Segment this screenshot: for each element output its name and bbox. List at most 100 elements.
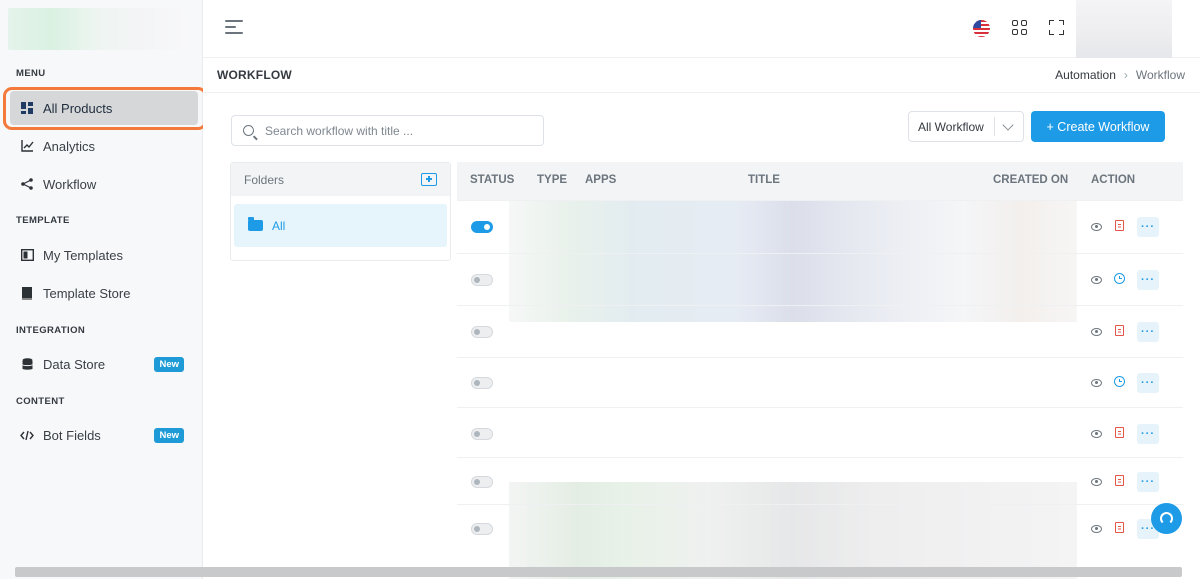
sidebar-item-label: Workflow bbox=[43, 176, 97, 192]
us-flag-icon[interactable] bbox=[973, 20, 990, 37]
status-toggle[interactable] bbox=[471, 523, 493, 535]
search-input[interactable] bbox=[265, 123, 535, 138]
file-icon[interactable] bbox=[1115, 522, 1124, 533]
add-folder-icon[interactable] bbox=[421, 173, 437, 186]
column-action[interactable]: ACTION bbox=[1091, 174, 1135, 186]
status-toggle[interactable] bbox=[471, 476, 493, 488]
help-chat-button[interactable] bbox=[1151, 503, 1182, 534]
sidebar-item-template-store[interactable]: Template Store bbox=[10, 276, 198, 310]
table-row[interactable]: ··· bbox=[457, 457, 1183, 504]
eye-icon[interactable] bbox=[1091, 326, 1102, 337]
sidebar-item-my-templates[interactable]: My Templates bbox=[10, 238, 198, 272]
status-toggle[interactable] bbox=[471, 326, 493, 338]
new-badge: New bbox=[154, 428, 184, 443]
sidebar: MENU All Products Analytics Workflow TEM… bbox=[0, 0, 207, 579]
sidebar-item-label: Analytics bbox=[43, 138, 96, 154]
file-icon[interactable] bbox=[1115, 427, 1124, 438]
user-profile[interactable] bbox=[1076, 0, 1172, 62]
eye-icon[interactable] bbox=[1091, 274, 1102, 285]
workflow-table: STATUS TYPE APPS TITLE CREATED ON ACTION… bbox=[457, 162, 1183, 579]
folders-title: Folders bbox=[244, 172, 285, 187]
new-badge: New bbox=[154, 357, 184, 372]
folders-panel: Folders All bbox=[230, 162, 451, 261]
filter-value: All Workflow bbox=[918, 119, 984, 134]
breadcrumb-automation[interactable]: Automation bbox=[1055, 68, 1116, 82]
folder-item-all[interactable]: All bbox=[234, 204, 447, 247]
table-row[interactable]: ··· bbox=[457, 305, 1183, 357]
eye-icon[interactable] bbox=[1091, 476, 1102, 487]
history-icon[interactable] bbox=[1114, 273, 1125, 284]
workflow-content: All Workflow + Create Workflow Folders A… bbox=[203, 93, 1200, 579]
sidebar-item-label: My Templates bbox=[43, 247, 123, 263]
horizontal-scrollbar[interactable] bbox=[15, 567, 1182, 577]
grid-icon[interactable] bbox=[1012, 20, 1027, 35]
template-icon bbox=[20, 248, 34, 262]
history-icon[interactable] bbox=[1114, 376, 1125, 387]
database-icon bbox=[20, 357, 34, 371]
status-toggle[interactable] bbox=[471, 221, 493, 233]
table-row[interactable]: ··· bbox=[457, 253, 1183, 305]
chart-line-icon bbox=[20, 139, 34, 153]
column-apps[interactable]: APPS bbox=[585, 174, 616, 186]
headset-icon bbox=[1160, 512, 1173, 525]
eye-icon[interactable] bbox=[1091, 377, 1102, 388]
status-toggle[interactable] bbox=[471, 377, 493, 389]
create-workflow-button[interactable]: + Create Workflow bbox=[1031, 111, 1165, 142]
column-status[interactable]: STATUS bbox=[470, 174, 514, 186]
active-item-highlight bbox=[3, 87, 207, 130]
topbar bbox=[203, 0, 1200, 62]
file-icon[interactable] bbox=[1115, 325, 1124, 336]
sidebar-item-analytics[interactable]: Analytics bbox=[10, 129, 198, 163]
column-type[interactable]: TYPE bbox=[537, 174, 567, 186]
section-title-integration: INTEGRATION bbox=[16, 325, 86, 336]
workflow-filter-select[interactable]: All Workflow bbox=[908, 111, 1024, 142]
sidebar-item-data-store[interactable]: Data Store New bbox=[10, 347, 198, 381]
more-button[interactable]: ··· bbox=[1137, 373, 1159, 393]
folder-open-icon bbox=[248, 217, 263, 231]
breadcrumb-workflow: Workflow bbox=[1135, 68, 1185, 82]
more-button[interactable]: ··· bbox=[1137, 217, 1159, 237]
section-title-menu: MENU bbox=[16, 68, 46, 79]
search-icon bbox=[243, 125, 254, 136]
share-nodes-icon bbox=[20, 177, 34, 191]
folders-header: Folders bbox=[231, 163, 450, 196]
table-row[interactable]: ··· bbox=[457, 200, 1183, 253]
sidebar-item-bot-fields[interactable]: Bot Fields New bbox=[10, 418, 198, 452]
more-button[interactable]: ··· bbox=[1137, 270, 1159, 290]
search-box[interactable] bbox=[231, 115, 544, 146]
more-button[interactable]: ··· bbox=[1137, 322, 1159, 342]
column-created-on[interactable]: CREATED ON bbox=[993, 174, 1068, 186]
sidebar-item-label: Bot Fields bbox=[43, 427, 101, 443]
more-button[interactable]: ··· bbox=[1137, 424, 1159, 444]
section-title-template: TEMPLATE bbox=[16, 215, 70, 226]
eye-icon[interactable] bbox=[1091, 523, 1102, 534]
status-toggle[interactable] bbox=[471, 274, 493, 286]
select-divider bbox=[994, 117, 995, 136]
file-icon[interactable] bbox=[1115, 475, 1124, 486]
chevron-down-icon bbox=[1002, 118, 1014, 131]
sidebar-item-label: Data Store bbox=[43, 356, 106, 372]
page-title-bar: WORKFLOW Automation › Workflow bbox=[203, 58, 1200, 93]
folder-label: All bbox=[272, 218, 286, 233]
section-title-content: CONTENT bbox=[16, 396, 65, 407]
code-icon bbox=[20, 428, 34, 442]
eye-icon[interactable] bbox=[1091, 221, 1102, 232]
table-row[interactable]: ··· bbox=[457, 407, 1183, 457]
fullscreen-icon[interactable] bbox=[1049, 20, 1064, 35]
table-row[interactable]: ··· bbox=[457, 357, 1183, 407]
status-toggle[interactable] bbox=[471, 428, 493, 440]
book-icon bbox=[20, 286, 34, 300]
sidebar-item-workflow[interactable]: Workflow bbox=[10, 167, 198, 201]
more-button[interactable]: ··· bbox=[1137, 472, 1159, 492]
file-icon[interactable] bbox=[1115, 220, 1124, 231]
sidebar-item-label: Template Store bbox=[43, 285, 131, 301]
brand-logo[interactable] bbox=[8, 8, 186, 50]
table-header: STATUS TYPE APPS TITLE CREATED ON ACTION bbox=[457, 162, 1183, 200]
chevron-right-icon: › bbox=[1123, 68, 1128, 82]
eye-icon[interactable] bbox=[1091, 428, 1102, 439]
page-title: WORKFLOW bbox=[217, 68, 292, 82]
hamburger-icon[interactable] bbox=[225, 20, 243, 36]
table-row[interactable]: ··· bbox=[457, 504, 1183, 554]
breadcrumb: Automation › Workflow bbox=[1055, 68, 1185, 82]
column-title[interactable]: TITLE bbox=[748, 174, 780, 186]
